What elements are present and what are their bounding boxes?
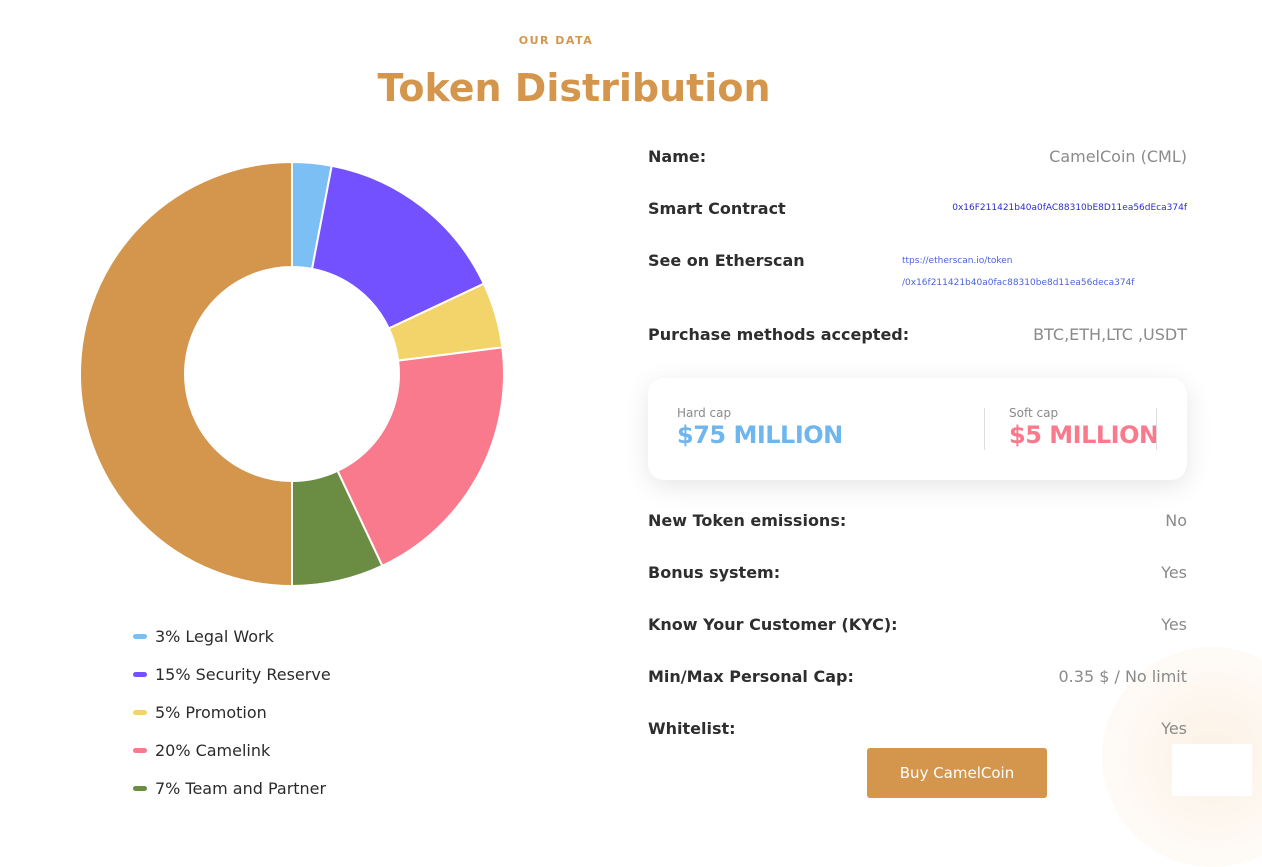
soft-cap-value: $5 MILLION xyxy=(1009,421,1159,449)
info-row-bonus-system: Bonus system: Yes xyxy=(648,563,1187,582)
legend-label: Legal Work xyxy=(185,626,274,646)
legend-label: Team and Partner xyxy=(185,778,327,798)
info-value: BTC,ETH,LTC ,USDT xyxy=(1033,325,1187,344)
info-row-personal-cap: Min/Max Personal Cap: 0.35 $ / No limit xyxy=(648,667,1187,686)
info-row-purchase-methods: Purchase methods accepted: BTC,ETH,LTC ,… xyxy=(648,325,1187,344)
soft-cap-label: Soft cap xyxy=(1009,406,1059,420)
section-eyebrow: OUR DATA xyxy=(518,34,594,47)
info-label: Purchase methods accepted: xyxy=(648,325,910,344)
info-row-whitelist: Whitelist: Yes xyxy=(648,719,1187,738)
info-label: New Token emissions: xyxy=(648,511,847,530)
info-value: No xyxy=(1165,511,1187,530)
info-label: See on Etherscan xyxy=(648,251,805,270)
legend-item-promotion: 5% Promotion xyxy=(133,693,331,731)
info-row-name: Name: CamelCoin (CML) xyxy=(648,147,1187,166)
info-label: Bonus system: xyxy=(648,563,781,582)
cap-divider xyxy=(1156,408,1157,450)
hard-cap-value: $75 MILLION xyxy=(677,421,843,449)
info-label: Know Your Customer (KYC): xyxy=(648,615,898,634)
legend-percent: 7% xyxy=(155,778,181,798)
etherscan-link-line2[interactable]: /0x16f211421b40a0fac88310be8d11ea56deca3… xyxy=(902,278,1134,288)
legend-swatch xyxy=(133,785,147,791)
info-value: 0.35 $ / No limit xyxy=(1058,667,1188,686)
section-title: Token Distribution xyxy=(377,66,771,110)
chart-legend: 3% Legal Work 15% Security Reserve 5% Pr… xyxy=(133,617,331,807)
info-value: Yes xyxy=(1161,719,1187,738)
legend-item-security-reserve: 15% Security Reserve xyxy=(133,655,331,693)
etherscan-link-line1[interactable]: ttps://etherscan.io/token xyxy=(902,256,1013,266)
info-value: Yes xyxy=(1161,615,1187,634)
info-row-token-emissions: New Token emissions: No xyxy=(648,511,1187,530)
soft-cap: Soft cap $5 MILLION xyxy=(1009,406,1159,449)
legend-item-team-and-partner: 7% Team and Partner xyxy=(133,769,331,807)
legend-item-legal-work: 3% Legal Work xyxy=(133,617,331,655)
legend-label: Promotion xyxy=(185,702,267,722)
info-label: Name: xyxy=(648,147,707,166)
info-row-kyc: Know Your Customer (KYC): Yes xyxy=(648,615,1187,634)
contract-address[interactable]: 0x16F211421b40a0fAC88310bE8D11ea56dEca37… xyxy=(952,199,1187,213)
hard-cap: Hard cap $75 MILLION xyxy=(677,406,843,449)
info-value: CamelCoin (CML) xyxy=(1049,147,1187,166)
legend-percent: 3% xyxy=(155,626,181,646)
info-value: Yes xyxy=(1161,563,1187,582)
legend-item-camelink: 20% Camelink xyxy=(133,731,331,769)
legend-label: Security Reserve xyxy=(195,664,331,684)
info-row-smart-contract: Smart Contract 0x16F211421b40a0fAC88310b… xyxy=(648,199,1187,218)
corner-widget xyxy=(1172,744,1252,796)
buy-camelcoin-button[interactable]: Buy CamelCoin xyxy=(867,748,1047,798)
legend-percent: 15% xyxy=(155,664,191,684)
donut-slice-other xyxy=(79,160,293,588)
token-distribution-donut-chart xyxy=(79,160,505,588)
legend-percent: 20% xyxy=(155,740,191,760)
info-label: Min/Max Personal Cap: xyxy=(648,667,854,686)
legend-swatch xyxy=(133,633,147,639)
legend-swatch xyxy=(133,747,147,753)
cap-card: Hard cap $75 MILLION Soft cap $5 MILLION xyxy=(648,378,1187,480)
cap-divider xyxy=(984,408,985,450)
hard-cap-label: Hard cap xyxy=(677,406,732,420)
info-label: Smart Contract xyxy=(648,199,786,218)
info-label: Whitelist: xyxy=(648,719,736,738)
legend-label: Camelink xyxy=(195,740,271,760)
legend-swatch xyxy=(133,671,147,677)
legend-swatch xyxy=(133,709,147,715)
legend-percent: 5% xyxy=(155,702,181,722)
